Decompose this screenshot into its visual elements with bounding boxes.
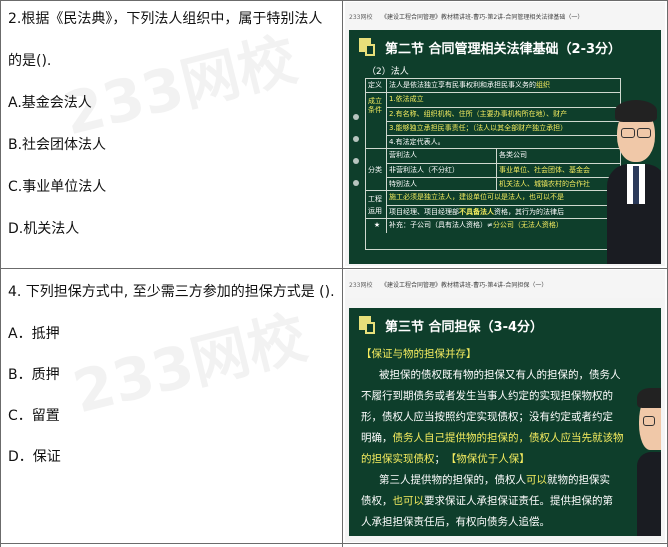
body-line: 人承担担保责任后，有权向债务人追偿。: [361, 516, 550, 528]
body-text: ；: [434, 453, 446, 465]
table-row: ★ 补充：子公司（具有法人资格）≠分公司（无法人资格）: [366, 218, 620, 233]
row-divider: [0, 268, 668, 269]
body-line: 第三人提供物的担保的，债权人可以就物的担保实: [379, 470, 610, 491]
body-text: 就物的担保实: [547, 474, 610, 486]
lecture-video-1[interactable]: 233网校 《建设工程合同管理》教材精讲班-曹巧-第2讲-合同管理相关法律基础（…: [345, 2, 665, 266]
lecturer-image: [607, 94, 661, 264]
body-line: 不履行到期债务或者发生当事人约定的实现担保物权的: [361, 390, 613, 402]
definition-highlight: 组织: [536, 81, 550, 89]
legal-person-table: 定义 法人是依法独立享有民事权利和承担民事义务的组织 成立条件 1.依法成立 2…: [365, 78, 621, 250]
engineering-note: 项目经理、项目经理部不具备法人资格，其行为的法律后: [386, 205, 620, 219]
lecturer-image: [637, 382, 661, 536]
slide-heading: 第二节 合同管理相关法律基础（2-3分）: [385, 42, 622, 57]
body-highlight: 的担保实现债权: [361, 453, 435, 465]
body-text: 第三人提供物的担保的，债权人: [379, 474, 526, 486]
definition-text: 法人是依法独立享有民事权利和承担民事义务的: [389, 81, 536, 89]
body-highlight: 也可以: [392, 495, 425, 507]
video-title-bar: 233网校 《建设工程合同管理》教材精讲班-曹巧-第2讲-合同管理相关法律基础（…: [345, 2, 665, 30]
option-b[interactable]: B．质押: [8, 365, 60, 385]
row-label: 分类: [368, 166, 382, 174]
option-b[interactable]: B.社会团体法人: [8, 135, 106, 155]
lecture-slide: 第三节 合同担保（3-4分） 【保证与物的担保并存】 被担保的债权既有物的担保又…: [349, 308, 661, 536]
table-row: 分类 营利法人 各类公司 非营利法人（不分红） 事业单位、社会团体、基金会 特别…: [366, 148, 620, 191]
table-border-top: [0, 0, 668, 1]
nav-dot-icon[interactable]: [353, 114, 359, 120]
video-title-bar: 233网校 《建设工程合同管理》教材精讲班-曹巧-第4讲-合同担保（一）: [345, 270, 665, 298]
row-label: 定义: [368, 81, 382, 89]
engineering-note: 施工必须是独立法人，建设单位可以是法人，也可以不是: [386, 191, 620, 205]
option-c[interactable]: C.事业单位法人: [8, 177, 106, 197]
question-stem: 2.根据《民法典》，下列法人组织中，属于特别法人: [8, 11, 323, 27]
note-highlight: 分公司（无法人资格）: [492, 221, 563, 229]
video-title: 《建设工程合同管理》教材精讲班-曹巧-第4讲-合同担保（一）: [381, 282, 548, 289]
body-line: 债权，也可以要求保证人承担保证责任。提供担保的第: [361, 491, 613, 512]
star-icon: ★: [373, 221, 381, 229]
column-divider: [342, 0, 343, 547]
lecture-slide: 第二节 合同管理相关法律基础（2-3分） （2）法人 定义 法人是依法独立享有民…: [349, 30, 661, 264]
option-d[interactable]: D.机关法人: [8, 219, 79, 239]
category-cell: 营利法人: [386, 149, 496, 163]
site-logo: 233网校: [349, 14, 373, 21]
definition-cell: 法人是依法独立享有民事权利和承担民事义务的组织: [386, 79, 620, 92]
condition-item: 3.能够独立承担民事责任；（法人以其全部财产独立承担）: [386, 121, 620, 135]
note-text: 补充：子公司（具有法人资格）≠: [389, 221, 493, 229]
note-text: 资格，其行为的法律后: [494, 208, 564, 216]
body-text: 债权，: [361, 495, 393, 507]
body-text: 要求保证人承担保证责任。提供担保的第: [424, 495, 613, 507]
note-highlight: 不具备法人: [459, 208, 494, 216]
note-text: 项目经理、项目经理部: [389, 208, 459, 216]
option-a[interactable]: A.基金会法人: [8, 93, 92, 113]
supplement-note: 补充：子公司（具有法人资格）≠分公司（无法人资格）: [386, 219, 620, 233]
table-border-bottom: [0, 543, 668, 544]
example-cell: 各类公司: [496, 149, 620, 163]
category-cell: 非营利法人（不分红）: [386, 163, 496, 177]
row-label: 工程运用: [368, 195, 382, 215]
option-c[interactable]: C．留置: [8, 406, 60, 426]
category-cell: 特别法人: [386, 177, 496, 191]
example-cell: 机关法人、城镇农村的合作社: [496, 177, 620, 191]
question-stem-continued: 的是().: [8, 53, 52, 69]
question-stem: 4. 下列担保方式中, 至少需三方参加的担保方式是 ().: [8, 284, 335, 300]
table-row: 工程运用 施工必须是独立法人，建设单位可以是法人，也可以不是 项目经理、项目经理…: [366, 190, 620, 219]
body-line: 明确，债务人自己提供物的担保的，债权人应当先就该物: [361, 428, 624, 449]
section-tag: 【保证与物的担保并存】: [361, 348, 477, 360]
example-cell: 事业单位、社会团体、基金会: [496, 163, 620, 177]
option-d[interactable]: D．保证: [8, 447, 61, 467]
body-line: 形，债权人应当按照约定实现债权；没有约定或者约定: [361, 411, 613, 423]
condition-item: 4.有法定代表人。: [386, 135, 620, 149]
nav-dot-icon[interactable]: [353, 136, 359, 142]
nav-dot-icon[interactable]: [353, 180, 359, 186]
body-highlight: 债务人自己提供物的担保的，债权人应当先就该物: [392, 432, 624, 444]
row-label: 成立条件: [368, 97, 382, 114]
nav-dot-icon[interactable]: [353, 158, 359, 164]
slide-logo-icon: [359, 38, 375, 56]
body-line: 的担保实现债权； 【物保优于人保】: [361, 449, 530, 470]
video-title: 《建设工程合同管理》教材精讲班-曹巧-第2讲-合同管理相关法律基础（一）: [381, 14, 584, 21]
body-highlight: 可以: [526, 474, 547, 486]
section-tag: 【物保优于人保】: [451, 453, 530, 465]
site-logo: 233网校: [349, 282, 373, 289]
body-line: 被担保的债权既有物的担保又有人的担保的，债务人: [379, 369, 621, 381]
condition-item: 2.有名称、组织机构、住所（主要办事机构所在地）、财产: [386, 107, 620, 121]
body-text: 明确，: [361, 432, 393, 444]
lecture-video-2[interactable]: 233网校 《建设工程合同管理》教材精讲班-曹巧-第4讲-合同担保（一） 第三节…: [345, 270, 665, 542]
slide-logo-icon: [359, 316, 375, 334]
table-row: 定义 法人是依法独立享有民事权利和承担民事义务的组织: [366, 79, 620, 92]
table-row: 成立条件 1.依法成立 2.有名称、组织机构、住所（主要办事机构所在地）、财产 …: [366, 92, 620, 149]
option-a[interactable]: A．抵押: [8, 324, 60, 344]
condition-item: 1.依法成立: [386, 93, 620, 107]
slide-subheading: （2）法人: [367, 67, 409, 77]
slide-heading: 第三节 合同担保（3-4分）: [385, 320, 544, 335]
table-border-left: [0, 0, 1, 547]
